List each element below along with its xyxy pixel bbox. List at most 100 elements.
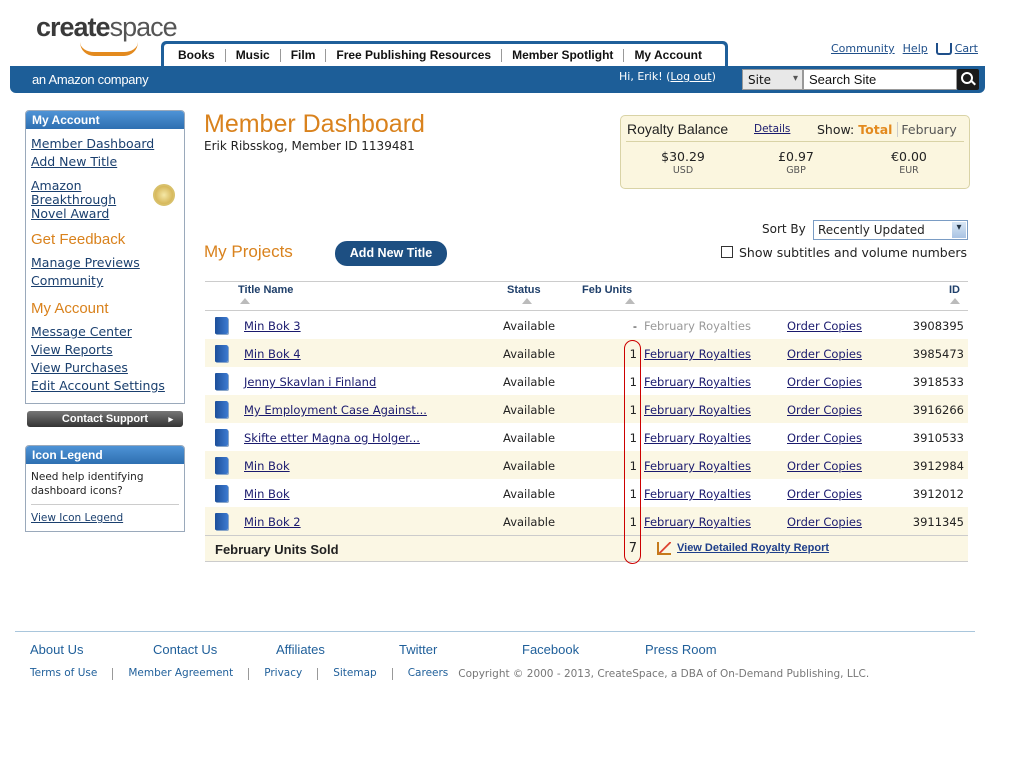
search-icon[interactable] — [957, 69, 979, 90]
sidebar-item-manage-previews[interactable]: Manage Previews — [31, 254, 179, 272]
col-title-header[interactable]: Title Name — [238, 284, 293, 296]
sidebar-item-message-center[interactable]: Message Center — [31, 323, 179, 341]
order-copies-link[interactable]: Order Copies — [787, 459, 862, 473]
royalty-eur-currency: EUR — [899, 165, 919, 176]
search-input[interactable]: Search Site — [803, 69, 957, 90]
footer-terms[interactable]: Terms of Use — [30, 668, 114, 680]
sort-arrow-icon[interactable] — [625, 298, 635, 304]
footer-careers[interactable]: Careers — [408, 668, 459, 680]
project-id: 3912012 — [912, 487, 964, 501]
order-copies-link[interactable]: Order Copies — [787, 375, 862, 389]
book-icon — [215, 485, 228, 502]
project-title-link[interactable]: Min Bok — [244, 487, 290, 501]
sidebar-item-community[interactable]: Community — [31, 272, 179, 290]
footer-privacy[interactable]: Privacy — [264, 668, 319, 680]
logout-link[interactable]: Log out — [670, 70, 711, 83]
project-status: Available — [503, 375, 556, 389]
february-royalties-link[interactable]: February Royalties — [644, 515, 751, 529]
footer-contact-us[interactable]: Contact Us — [153, 642, 217, 657]
footer-about-us[interactable]: About Us — [30, 642, 83, 657]
order-copies-link[interactable]: Order Copies — [787, 515, 862, 529]
project-title-link[interactable]: Min Bok 2 — [244, 515, 301, 529]
sort-arrow-icon[interactable] — [522, 298, 532, 304]
project-units: - — [632, 319, 637, 333]
community-link[interactable]: Community — [831, 42, 895, 55]
detailed-royalty-report-link[interactable]: View Detailed Royalty Report — [677, 542, 829, 554]
logo-text-light: space — [109, 12, 178, 42]
view-icon-legend-link[interactable]: View Icon Legend — [31, 504, 179, 525]
project-title-link[interactable]: Min Bok 3 — [244, 319, 301, 333]
help-link[interactable]: Help — [903, 42, 928, 55]
royalty-show-toggle: Show: Total February — [817, 122, 957, 137]
order-copies-link[interactable]: Order Copies — [787, 431, 862, 445]
header-bar: an Amazon company Hi, Erik! (Log out) Si… — [10, 66, 985, 93]
sidebar-item-view-purchases[interactable]: View Purchases — [31, 359, 179, 377]
project-title-link[interactable]: My Employment Case Against... — [244, 403, 427, 417]
add-new-title-button[interactable]: Add New Title — [335, 241, 447, 266]
contact-support-button[interactable]: Contact Support — [27, 411, 183, 427]
cart-link[interactable]: Cart — [935, 42, 978, 55]
february-royalties-link[interactable]: February Royalties — [644, 431, 751, 445]
order-copies-link[interactable]: Order Copies — [787, 319, 862, 333]
footer-facebook[interactable]: Facebook — [522, 642, 579, 657]
project-title-link[interactable]: Skifte etter Magna og Holger... — [244, 431, 420, 445]
project-id: 3918533 — [912, 375, 964, 389]
project-title-link[interactable]: Jenny Skavlan i Finland — [244, 375, 376, 389]
project-title-link[interactable]: Min Bok — [244, 459, 290, 473]
february-royalties-link[interactable]: February Royalties — [644, 347, 751, 361]
royalty-details-link[interactable]: Details — [754, 123, 790, 135]
award-block: Amazon Breakthrough Novel Award — [31, 179, 179, 221]
footer-affiliates[interactable]: Affiliates — [276, 642, 325, 657]
project-id: 3916266 — [912, 403, 964, 417]
col-status-header[interactable]: Status — [507, 284, 541, 296]
table-body: Min Bok 3 Available - February Royalties Ord… — [205, 311, 968, 535]
order-copies-link[interactable]: Order Copies — [787, 347, 862, 361]
show-subtitles-checkbox[interactable] — [721, 246, 733, 258]
nav-tab-member-spotlight[interactable]: Member Spotlight — [502, 49, 625, 62]
royalty-eur-value: €0.00 — [891, 149, 927, 164]
sidebar-item-add-new-title[interactable]: Add New Title — [31, 153, 179, 171]
nav-tab-free-publishing-resources[interactable]: Free Publishing Resources — [326, 49, 503, 62]
february-royalties-link[interactable]: February Royalties — [644, 459, 751, 473]
february-royalties-link[interactable]: February Royalties — [644, 487, 751, 501]
royalty-balance-panel: Royalty Balance Details Show: Total Februa… — [620, 115, 970, 189]
sidebar-item-edit-account-settings[interactable]: Edit Account Settings — [31, 377, 179, 395]
sidebar-item-award[interactable]: Amazon Breakthrough Novel Award — [31, 179, 131, 221]
show-total-option[interactable]: Total — [858, 122, 899, 137]
february-royalties-link[interactable]: February Royalties — [644, 403, 751, 417]
royalty-gbp-currency: GBP — [786, 165, 806, 176]
table-row: Min Bok Available 1 February Royalties Order… — [205, 479, 968, 507]
table-row: Min Bok Available 1 February Royalties Order… — [205, 451, 968, 479]
top-links: Community Help Cart — [831, 42, 978, 55]
col-id-header[interactable]: ID — [949, 284, 960, 296]
account-box: My Account Member Dashboard Add New Titl… — [25, 110, 185, 404]
february-royalties-link[interactable]: February Royalties — [644, 375, 751, 389]
logo-swoosh-icon — [80, 42, 138, 56]
show-month-option[interactable]: February — [898, 122, 956, 137]
order-copies-link[interactable]: Order Copies — [787, 487, 862, 501]
order-copies-link[interactable]: Order Copies — [787, 403, 862, 417]
sort-arrow-icon[interactable] — [240, 298, 250, 304]
royalty-usd-value: $30.29 — [661, 149, 705, 164]
nav-tab-music[interactable]: Music — [226, 49, 281, 62]
footer-twitter[interactable]: Twitter — [399, 642, 437, 657]
sidebar-item-view-reports[interactable]: View Reports — [31, 341, 179, 359]
nav-tab-books[interactable]: Books — [168, 49, 226, 62]
nav-tab-film[interactable]: Film — [281, 49, 327, 62]
sidebar: My Account Member Dashboard Add New Titl… — [25, 110, 185, 532]
book-icon — [215, 513, 228, 530]
project-title-link[interactable]: Min Bok 4 — [244, 347, 301, 361]
footer-member-agreement[interactable]: Member Agreement — [128, 668, 250, 680]
sort-select[interactable]: Recently Updated — [813, 220, 968, 240]
footer-press-room[interactable]: Press Room — [645, 642, 717, 657]
sidebar-item-member-dashboard[interactable]: Member Dashboard — [31, 135, 179, 153]
col-units-header[interactable]: Feb Units — [582, 284, 632, 296]
sort-arrow-icon[interactable] — [950, 298, 960, 304]
footer-sitemap[interactable]: Sitemap — [333, 668, 393, 680]
project-id: 3912984 — [912, 459, 964, 473]
search-scope-select[interactable]: Site — [742, 69, 803, 90]
table-row: Min Bok 2 Available 1 February Royalties Ord… — [205, 507, 968, 535]
createspace-logo[interactable]: createspace — [36, 12, 178, 56]
projects-title: My Projects — [204, 242, 293, 261]
nav-tab-my-account[interactable]: My Account — [624, 49, 712, 62]
